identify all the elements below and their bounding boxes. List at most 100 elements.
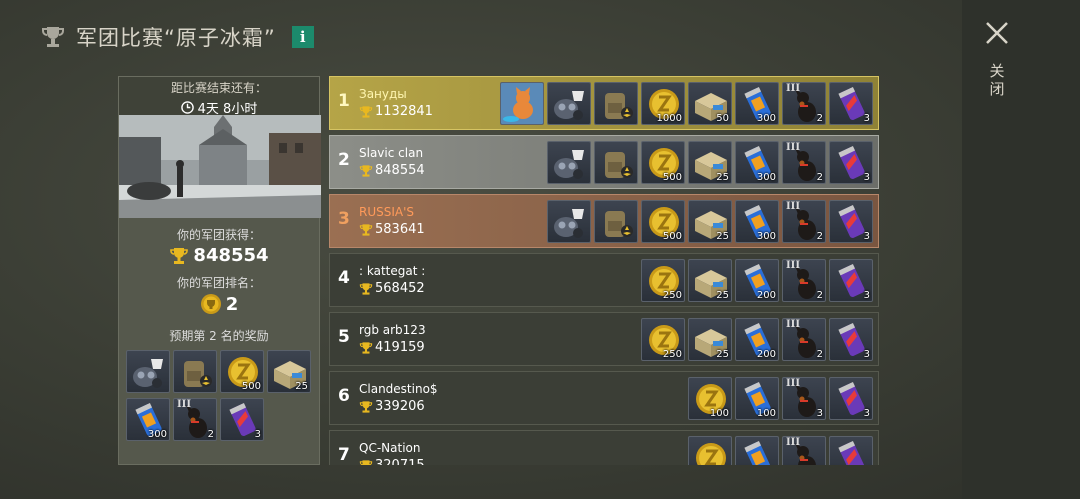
reward-quantity: 200: [756, 349, 776, 360]
reward-quantity: 2: [816, 349, 823, 360]
reward-item[interactable]: [688, 436, 732, 465]
reward-item[interactable]: III 2: [782, 318, 826, 361]
score-value: 568452: [375, 281, 425, 296]
reward-item[interactable]: III 2: [782, 141, 826, 184]
close-label[interactable]: 关闭: [988, 62, 1006, 98]
reward-item[interactable]: [594, 200, 638, 243]
reward-quantity: 200: [756, 290, 776, 301]
reward-item[interactable]: 100: [688, 377, 732, 420]
reward-item[interactable]: 3: [829, 141, 873, 184]
reward-quantity: 2: [816, 113, 823, 124]
clock-icon: [180, 101, 194, 114]
reward-item[interactable]: 50: [688, 82, 732, 125]
reward-item[interactable]: 3: [829, 259, 873, 302]
event-scene-image: [119, 115, 321, 218]
reward-caption: 预期第 2 名的奖励: [169, 329, 269, 343]
ranking-row[interactable]: 7 QC-Nation 320715 III: [329, 430, 879, 465]
reward-item[interactable]: 500: [220, 350, 264, 393]
reward-item[interactable]: [547, 141, 591, 184]
reward-item[interactable]: 25: [688, 200, 732, 243]
score-value: 320715: [375, 458, 425, 465]
gold-trophy-icon: [359, 459, 373, 465]
reward-item[interactable]: III 2: [782, 200, 826, 243]
reward-quantity: 25: [716, 290, 729, 301]
reward-quantity: 250: [662, 349, 682, 360]
reward-item[interactable]: 3: [220, 398, 264, 441]
reward-item[interactable]: [829, 436, 873, 465]
rank-number: 5: [338, 327, 350, 347]
reward-item[interactable]: 3: [829, 377, 873, 420]
ranking-row[interactable]: 6 Clandestino$ 339206 100 100 III 3 3: [329, 371, 879, 425]
reward-quantity: 25: [295, 381, 308, 392]
reward-item[interactable]: 200: [735, 259, 779, 302]
reward-item[interactable]: 500: [641, 141, 685, 184]
reward-item[interactable]: 25: [688, 141, 732, 184]
reward-item[interactable]: 500: [641, 200, 685, 243]
rank-number: 6: [338, 386, 350, 406]
reward-quantity: 300: [756, 113, 776, 124]
team-name: RUSSIA'S: [359, 205, 415, 219]
info-button[interactable]: i: [291, 26, 314, 48]
reward-item[interactable]: [735, 436, 779, 465]
reward-item[interactable]: [547, 82, 591, 125]
reward-quantity: 500: [662, 231, 682, 242]
reward-item[interactable]: 200: [735, 318, 779, 361]
gasmask-icon: [133, 359, 163, 388]
reward-quantity: 2: [816, 172, 823, 183]
page-title: 军团比赛“原子冰霜”: [76, 26, 276, 50]
ranking-row[interactable]: 4: kattegat : 568452 250 25 200 III 2 3: [329, 253, 879, 307]
reward-item[interactable]: 3: [829, 82, 873, 125]
gold-trophy-icon: [359, 400, 373, 413]
reward-quantity: 300: [756, 172, 776, 183]
right-strip: [962, 0, 1080, 499]
reward-quantity: 2: [207, 429, 214, 440]
gasmask-icon: [554, 150, 584, 179]
earned-value: 848554: [193, 245, 269, 266]
ranking-row[interactable]: 1 Зануды 1132841 1000 50 300 III 2 3: [329, 76, 879, 130]
reward-quantity: 3: [863, 290, 870, 301]
earned-caption: 你的军团获得：: [176, 228, 261, 242]
reward-item[interactable]: 300: [126, 398, 170, 441]
reward-item[interactable]: 25: [267, 350, 311, 393]
reward-item[interactable]: 100: [735, 377, 779, 420]
reward-item[interactable]: III: [782, 436, 826, 465]
score-value: 1132841: [375, 104, 433, 119]
reward-item[interactable]: [173, 350, 217, 393]
trophy-icon: [42, 27, 64, 47]
reward-item[interactable]: 3: [829, 318, 873, 361]
reward-item[interactable]: 300: [735, 141, 779, 184]
reward-item[interactable]: 250: [641, 259, 685, 302]
reward-item[interactable]: [594, 82, 638, 125]
reward-quantity: 25: [716, 231, 729, 242]
reward-item[interactable]: [126, 350, 170, 393]
team-score: 583641: [359, 222, 425, 237]
reward-item[interactable]: 300: [735, 82, 779, 125]
reward-item[interactable]: 25: [688, 318, 732, 361]
gold-trophy-icon: [359, 223, 373, 236]
team-name: rgb arb123: [359, 323, 426, 337]
ranking-row[interactable]: 2 Slavic clan 848554 500 25 300 III 2 3: [329, 135, 879, 189]
reward-item[interactable]: III 2: [782, 259, 826, 302]
reward-quantity: 3: [863, 172, 870, 183]
reward-quantity: 500: [662, 172, 682, 183]
reward-item[interactable]: III 3: [782, 377, 826, 420]
reward-item[interactable]: 25: [688, 259, 732, 302]
reward-item[interactable]: [594, 141, 638, 184]
team-score: 339206: [359, 399, 425, 414]
ranking-list[interactable]: 1 Зануды 1132841 1000 50 300 III 2 3 2 Slavic clan…: [329, 76, 879, 465]
reward-item[interactable]: 250: [641, 318, 685, 361]
reward-item[interactable]: 300: [735, 200, 779, 243]
reward-item[interactable]: III 2: [782, 82, 826, 125]
reward-item[interactable]: [547, 200, 591, 243]
countdown-caption: 距比赛结束还有：: [170, 81, 267, 95]
reward-item[interactable]: 3: [829, 200, 873, 243]
ranking-row[interactable]: 3 RUSSIA'S 583641 500 25 300 III 2 3: [329, 194, 879, 248]
gold-trophy-icon: [170, 247, 189, 264]
score-value: 419159: [375, 340, 425, 355]
team-name: Зануды: [359, 87, 407, 101]
close-icon[interactable]: [982, 18, 1012, 48]
ranking-row[interactable]: 5 rgb arb123 419159 250 25 200 III 2 3: [329, 312, 879, 366]
reward-item[interactable]: 1000: [641, 82, 685, 125]
reward-item[interactable]: [500, 82, 544, 125]
reward-item[interactable]: III 2: [173, 398, 217, 441]
